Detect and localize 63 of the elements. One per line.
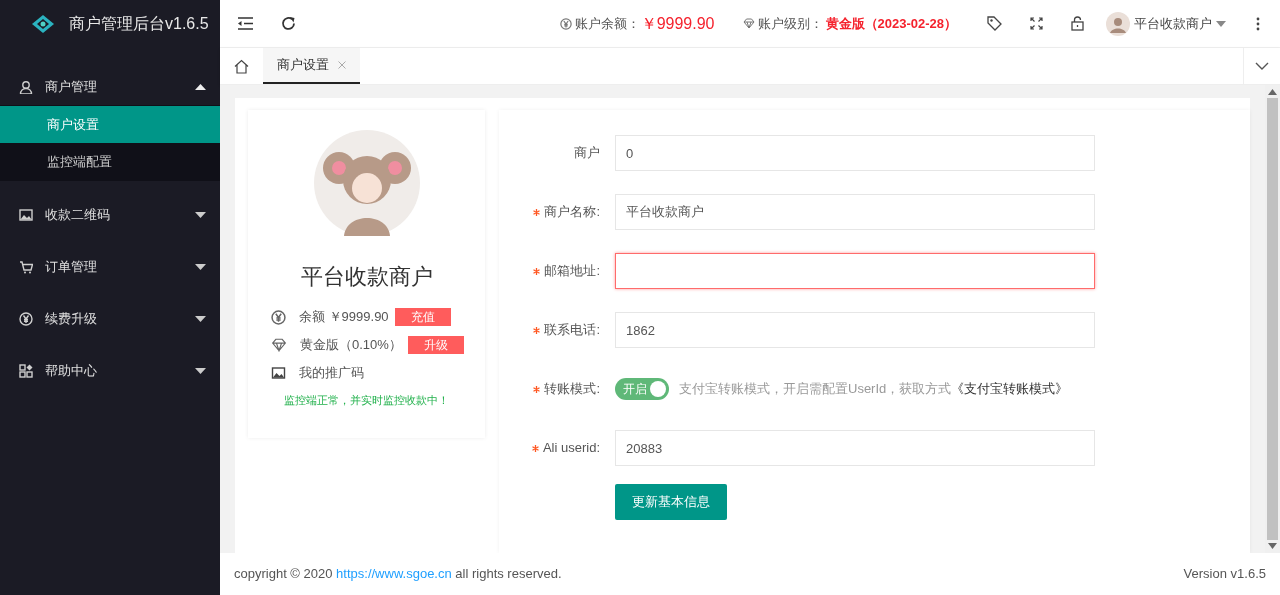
apps-icon [19,364,33,378]
image-icon [19,208,33,222]
field-label: Ali userid: [542,439,600,458]
balance-amount: ￥9999.90 [640,13,715,34]
field-label: 商户 [574,144,600,163]
field-label: 邮箱地址: [544,262,600,281]
lock-icon[interactable] [1071,16,1084,31]
eye-logo-icon [31,14,55,34]
fullscreen-icon[interactable] [1030,17,1043,30]
menu-item[interactable]: 订单管理 [0,249,220,285]
input-field[interactable]: 0 [615,135,1095,171]
yen-circle-icon [559,17,572,30]
chevron-down-icon[interactable] [1255,62,1269,70]
menu-item[interactable]: 帮助中心 [0,353,220,389]
info-text: 我的推广码 [299,364,364,383]
yen-circle-icon [19,312,33,326]
caret-down-icon [195,368,206,374]
cart-icon [19,260,33,274]
info-text: 余额 ￥9999.90 [299,308,389,327]
balance-label: 账户余额： [574,14,640,33]
tag-icon[interactable] [987,16,1002,31]
status-text: 监控端正常，并实时监控收款中！ [284,393,449,408]
more-icon[interactable] [1256,16,1260,31]
merchant-name: 平台收款商户 [300,263,433,291]
scroll-up-icon[interactable] [1268,89,1277,95]
input-field[interactable]: 平台收款商户 [615,194,1095,230]
caret-down-icon [1216,20,1226,27]
caret-down-icon [195,212,206,218]
yen-circle-icon [271,309,286,325]
image-icon [271,366,286,380]
info-text: 黄金版（0.10%） [300,336,402,355]
guide-link[interactable]: 《支付宝转账模式》 [951,381,1069,397]
submit-button[interactable]: 更新基本信息 [615,484,727,520]
tab[interactable]: 商户设置 [263,48,360,84]
hint-text: 支付宝转账模式，开启需配置UserId，获取方式《支付宝转账模式》 [679,380,1069,399]
copyright-text: copyright © 2020 https://www.sgoe.cn all rights reserved. [234,565,562,584]
level-label: 账户级别： [757,14,823,33]
refresh-icon[interactable] [281,16,296,31]
input-field[interactable]: 1862 [615,312,1095,348]
user-icon [19,80,33,94]
home-icon[interactable] [234,58,249,74]
scroll-down-icon[interactable] [1268,543,1277,549]
diamond-icon [742,18,755,29]
menu-item[interactable]: 商户管理 [0,69,220,105]
field-label: 商户名称: [544,203,600,222]
submenu-item[interactable]: 商户设置 [0,106,220,143]
caret-down-icon [195,264,206,270]
app-title: 商户管理后台v1.6.5 [69,14,209,34]
input-field[interactable] [615,253,1095,289]
caret-down-icon [195,316,206,322]
level-value: 黄金版（2023-02-28） [825,14,957,33]
diamond-icon [271,338,287,352]
user-menu[interactable]: 平台收款商户 [1106,11,1226,36]
avatar-icon [1106,11,1130,36]
menu-fold-icon[interactable] [238,17,253,30]
field-label: 转账模式: [544,380,600,399]
submenu-item[interactable]: 监控端配置 [0,143,220,180]
input-field[interactable]: 20883 [615,430,1095,466]
version-text: Version v1.6.5 [1183,565,1266,584]
menu-item[interactable]: 续费升级 [0,301,220,337]
field-label: 联系电话: [544,321,600,340]
caret-up-icon [195,84,206,90]
menu-item[interactable]: 收款二维码 [0,197,220,233]
